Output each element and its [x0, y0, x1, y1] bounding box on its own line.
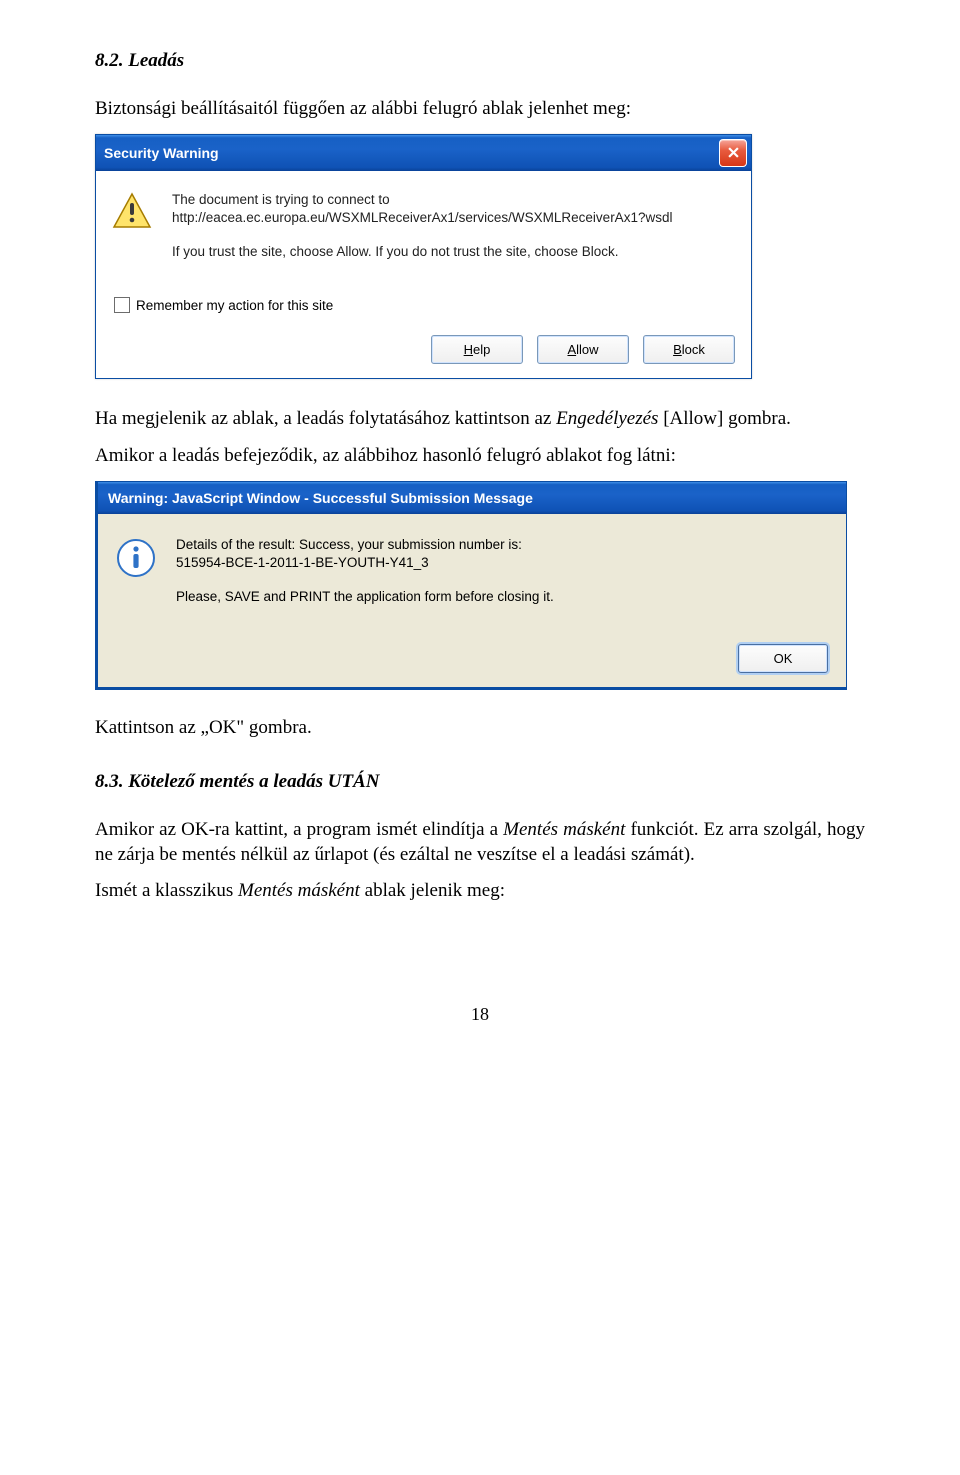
dialog-text-line3: If you trust the site, choose Allow. If … [172, 243, 672, 261]
paragraph-after-8-3: Amikor az OK-ra kattint, a program ismét… [95, 818, 865, 867]
block-button[interactable]: Block [643, 335, 735, 364]
close-button[interactable] [719, 139, 747, 167]
ok-label: OK [774, 651, 793, 666]
dialog-text-line1: The document is trying to connect to [172, 192, 390, 207]
dialog-body: The document is trying to connect to htt… [96, 171, 751, 379]
dialog2-titlebar[interactable]: Warning: JavaScript Window - Successful … [98, 482, 846, 514]
ok-button[interactable]: OK [738, 644, 828, 673]
dialog2-line3: Please, SAVE and PRINT the application f… [176, 588, 554, 606]
dialog2-body: Details of the result: Success, your sub… [98, 514, 846, 688]
warning-icon [112, 218, 152, 235]
heading-8-3: 8.3. Kötelező mentés a leadás UTÁN [95, 771, 865, 793]
dialog2-submission-number: 515954-BCE-1-2011-1-BE-YOUTH-Y41_3 [176, 555, 429, 570]
heading-8-2: 8.2. Leadás [95, 50, 865, 72]
remember-checkbox[interactable] [114, 297, 130, 313]
security-warning-dialog: Security Warning [95, 134, 752, 380]
remember-label: Remember my action for this site [136, 298, 333, 313]
after-dialog1-line2: Amikor a leadás befejeződik, az alábbiho… [95, 444, 865, 469]
paragraph-saveas: Ismét a klasszikus Mentés másként ablak … [95, 879, 865, 904]
page-number: 18 [95, 1004, 865, 1025]
allow-button[interactable]: Allow [537, 335, 629, 364]
close-icon [728, 145, 739, 161]
dialog2-title: Warning: JavaScript Window - Successful … [108, 490, 533, 506]
submission-message-dialog: Warning: JavaScript Window - Successful … [95, 481, 847, 691]
help-button[interactable]: Help [431, 335, 523, 364]
click-ok-paragraph: Kattintson az „OK" gombra. [95, 716, 865, 741]
intro-paragraph: Biztonsági beállításaitól függően az alá… [95, 97, 865, 122]
dialog-text-url: http://eacea.ec.europa.eu/WSXMLReceiverA… [172, 210, 672, 225]
dialog-title: Security Warning [104, 145, 219, 161]
dialog-titlebar[interactable]: Security Warning [96, 135, 751, 171]
after-dialog1-line1: Ha megjelenik az ablak, a leadás folytat… [95, 407, 865, 432]
info-icon [116, 565, 156, 582]
dialog2-line1: Details of the result: Success, your sub… [176, 537, 522, 552]
